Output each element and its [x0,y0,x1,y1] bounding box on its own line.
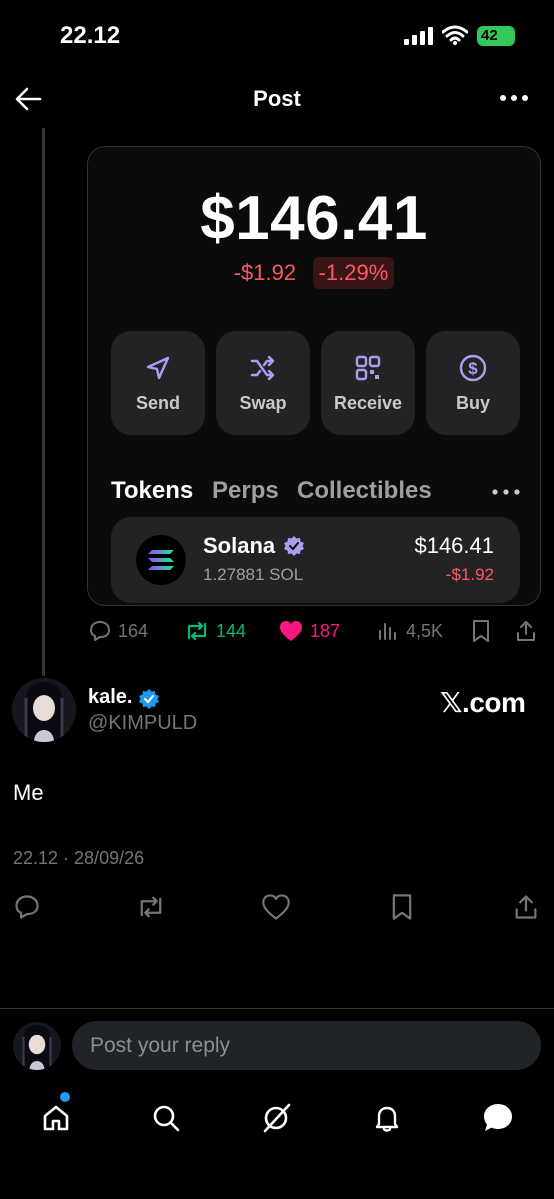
nav-messages[interactable] [478,1098,518,1138]
thread-connector-line [42,128,45,676]
like-button[interactable] [261,892,291,922]
send-button[interactable]: Send [111,331,205,435]
repost-button[interactable] [136,892,166,922]
wallet-tabs: Tokens Perps Collectibles [111,477,531,509]
token-name: Solana [203,533,276,558]
verified-badge-icon [283,535,305,557]
tab-perps[interactable]: Perps [212,477,279,505]
views-count-button[interactable]: 4,5K [376,618,443,644]
change-percent: -1.29% [312,257,395,289]
author-name[interactable]: kale. [88,686,132,709]
engagement-row: 164 144 187 4,5K [88,618,548,644]
swap-button[interactable]: Swap [216,331,310,435]
more-horizontal-icon [500,95,528,101]
reply-count-button[interactable]: 164 [88,618,148,644]
shuffle-icon [216,353,310,383]
grok-icon [263,1103,291,1133]
svg-text:$: $ [468,359,478,378]
share-icon [515,895,537,919]
views-count: 4,5K [406,620,444,641]
home-icon [43,1105,69,1131]
nav-home[interactable] [36,1098,76,1138]
battery-level: 42 [481,27,498,44]
receive-button[interactable]: Receive [321,331,415,435]
tweet-timestamp: 22.12 · 28/09/26 [13,848,145,868]
bookmark-button[interactable] [470,618,498,644]
nav-search[interactable] [146,1098,186,1138]
tabs-more-icon[interactable] [491,487,521,497]
balance-change: -$1.92 -1.29% [88,257,540,289]
share-icon [517,621,535,641]
dollar-circle-icon: $ [426,353,520,383]
reply-icon [90,621,110,641]
qr-code-icon [321,353,415,383]
buy-label: Buy [455,393,490,413]
avatar-illustration-icon [13,1022,61,1070]
heart-icon [262,894,290,920]
tab-tokens[interactable]: Tokens [111,477,193,505]
author-handle[interactable]: @KIMPULD [88,712,197,735]
change-absolute: -$1.92 [233,260,297,285]
receive-label: Receive [333,393,403,413]
reply-icon [15,895,39,919]
divider [0,1008,554,1009]
header: Post [0,72,554,124]
battery-icon: 42 [477,26,515,46]
reply-count: 164 [118,620,149,641]
token-amount: 1.27881 SOL [203,565,304,584]
tweet-actions [0,890,554,924]
swap-label: Swap [239,393,287,413]
page-title: Post [253,86,301,111]
send-label: Send [135,393,180,413]
reply-button[interactable] [12,892,42,922]
like-count: 187 [310,620,341,641]
repost-count-button[interactable]: 144 [184,618,246,644]
verified-badge-icon [138,688,160,710]
signal-icon [404,27,434,45]
bookmark-icon [473,620,489,642]
bookmark-icon [392,894,412,920]
bell-icon [375,1106,399,1132]
token-value: $146.41 [414,533,494,558]
embedded-media-card[interactable]: $146.41 -$1.92 -1.29% Send Swap Receive [87,146,541,606]
search-icon [153,1105,180,1132]
token-change: -$1.92 [445,565,494,584]
tab-collectibles[interactable]: Collectibles [297,477,432,505]
repost-icon [140,896,162,918]
wallet-balance: $146.41 [200,184,428,253]
views-chart-icon [379,623,396,640]
send-icon [111,353,205,383]
home-notification-dot [60,1092,70,1102]
source-label: 𝕏.com [440,687,526,718]
nav-grok[interactable] [256,1098,296,1138]
token-row-solana[interactable]: Solana 1.27881 SOL $146.41 -$1.92 [111,517,520,603]
repost-icon [187,621,207,641]
user-avatar[interactable] [13,1022,61,1070]
bookmark-button[interactable] [387,892,417,922]
status-time: 22.12 [60,22,121,49]
like-count-button[interactable]: 187 [278,618,340,644]
reply-input[interactable] [72,1021,541,1070]
buy-button[interactable]: $ Buy [426,331,520,435]
more-options-button[interactable] [498,86,530,110]
status-bar: 22.12 42 [0,0,554,70]
solana-logo-icon [136,535,186,585]
heart-filled-icon [280,621,302,641]
share-button[interactable] [514,618,544,644]
nav-notifications[interactable] [367,1098,407,1138]
bottom-nav [0,1090,554,1150]
avatar-illustration-icon [12,678,76,742]
wifi-icon [442,25,468,45]
chat-bubble-icon [484,1104,512,1131]
author-avatar[interactable] [12,678,76,742]
repost-count: 144 [216,620,247,641]
tweet-text: Me [13,780,44,805]
share-button[interactable] [511,892,541,922]
